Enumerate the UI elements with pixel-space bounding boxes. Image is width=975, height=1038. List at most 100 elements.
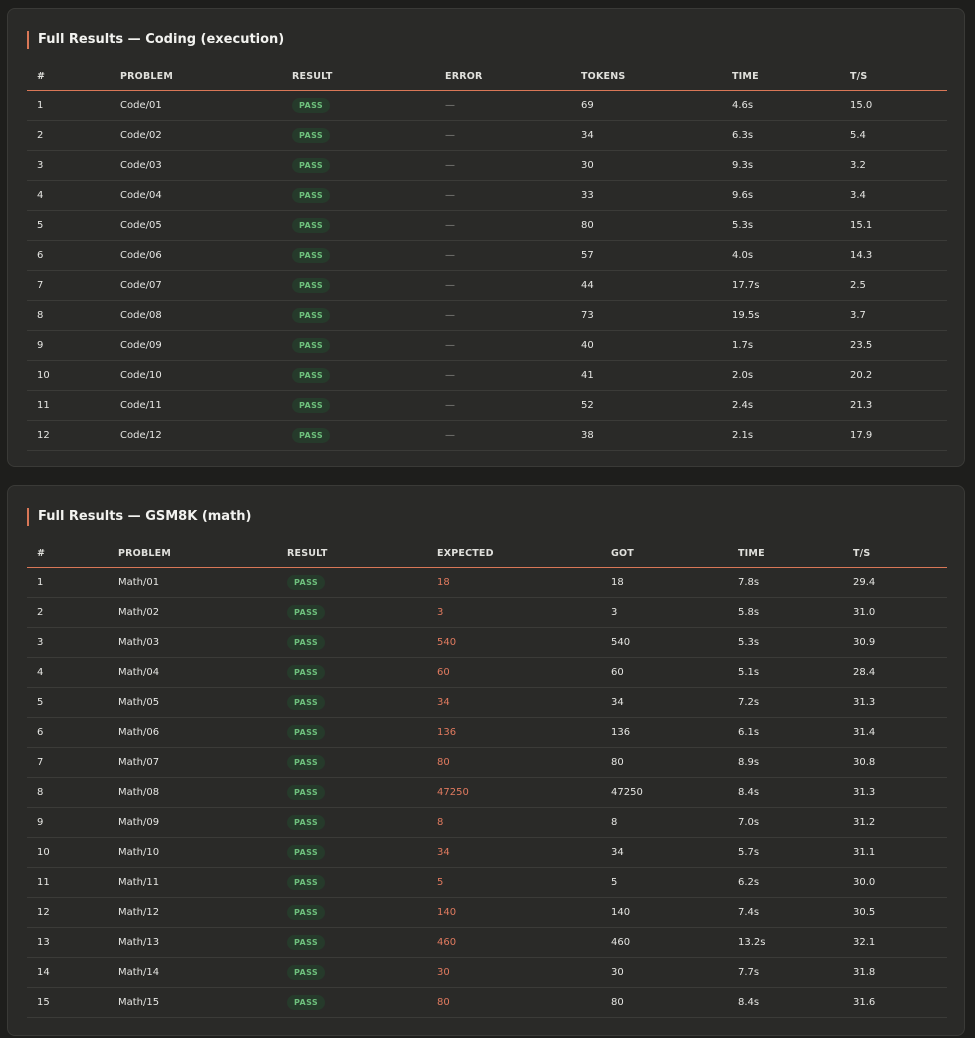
row-num: 11 — [27, 390, 110, 421]
row-time: 7.8s — [728, 567, 843, 598]
row-problem: Math/03 — [108, 627, 277, 658]
math-table-row: 7 Math/07 PASS 80 80 8.9s 30.8 — [27, 747, 947, 778]
col-header-expected: EXPECTED — [427, 539, 601, 568]
row-num: 13 — [27, 927, 108, 958]
row-error: — — [435, 270, 571, 301]
row-ts: 2.5 — [840, 270, 947, 301]
coding-results-table: # PROBLEM RESULT ERROR TOKENS TIME T/S 1… — [27, 62, 947, 451]
row-ts: 20.2 — [840, 360, 947, 391]
row-num: 3 — [27, 627, 108, 658]
coding-table-row: 9 Code/09 PASS —40 1.7s 23.5 — [27, 330, 947, 361]
row-ts: 14.3 — [840, 240, 947, 271]
row-error: — — [435, 390, 571, 421]
row-tokens: 69 — [571, 90, 722, 121]
row-ts: 21.3 — [840, 390, 947, 421]
pass-badge: PASS — [292, 218, 331, 233]
coding-table-row: 10 Code/10 PASS —41 2.0s 20.2 — [27, 360, 947, 391]
row-problem: Code/11 — [110, 390, 282, 421]
row-num: 15 — [27, 987, 108, 1018]
math-table-row: 12 Math/12 PASS 140 140 7.4s 30.5 — [27, 897, 947, 928]
row-time: 2.0s — [722, 360, 840, 391]
row-result: PASS — [282, 420, 435, 451]
row-problem: Code/06 — [110, 240, 282, 271]
row-got: 540 — [601, 627, 728, 658]
col-header-tokens: TOKENS — [571, 62, 722, 91]
coding-table-row: 4 Code/04 PASS —33 9.6s 3.4 — [27, 180, 947, 211]
row-got: 34 — [601, 687, 728, 718]
coding-table-row: 1 Code/01 PASS —69 4.6s 15.0 — [27, 90, 947, 121]
col-header-result: RESULT — [277, 539, 427, 568]
col-header-ts: T/S — [840, 62, 947, 91]
row-expected: 540 — [427, 627, 601, 658]
row-problem: Math/11 — [108, 867, 277, 898]
row-time: 8.4s — [728, 987, 843, 1018]
row-time: 6.2s — [728, 867, 843, 898]
row-time: 7.7s — [728, 957, 843, 988]
math-results-title: Full Results — GSM8K (math) — [27, 508, 252, 526]
row-result: PASS — [277, 657, 427, 688]
row-num: 12 — [27, 897, 108, 928]
row-ts: 3.4 — [840, 180, 947, 211]
row-result: PASS — [282, 270, 435, 301]
row-problem: Code/10 — [110, 360, 282, 391]
pass-badge: PASS — [292, 188, 331, 203]
row-time: 6.3s — [722, 120, 840, 151]
row-tokens: 44 — [571, 270, 722, 301]
row-time: 7.0s — [728, 807, 843, 838]
row-ts: 15.0 — [840, 90, 947, 121]
row-time: 5.7s — [728, 837, 843, 868]
row-error: — — [435, 420, 571, 451]
pass-badge: PASS — [287, 755, 326, 770]
row-result: PASS — [282, 120, 435, 151]
row-ts: 31.2 — [843, 807, 947, 838]
row-problem: Math/13 — [108, 927, 277, 958]
row-tokens: 38 — [571, 420, 722, 451]
pass-badge: PASS — [287, 905, 326, 920]
pass-badge: PASS — [287, 575, 326, 590]
row-time: 5.3s — [728, 627, 843, 658]
math-table-row: 3 Math/03 PASS 540 540 5.3s 30.9 — [27, 627, 947, 658]
row-num: 2 — [27, 120, 110, 151]
math-table-row: 5 Math/05 PASS 34 34 7.2s 31.3 — [27, 687, 947, 718]
pass-badge: PASS — [292, 98, 331, 113]
row-ts: 29.4 — [843, 567, 947, 598]
coding-table-row: 12 Code/12 PASS —38 2.1s 17.9 — [27, 420, 947, 451]
pass-badge: PASS — [292, 128, 331, 143]
row-ts: 31.8 — [843, 957, 947, 988]
row-tokens: 80 — [571, 210, 722, 241]
pass-badge: PASS — [287, 785, 326, 800]
row-problem: Code/04 — [110, 180, 282, 211]
pass-badge: PASS — [287, 875, 326, 890]
row-result: PASS — [282, 300, 435, 331]
row-num: 1 — [27, 567, 108, 598]
coding-table-row: 8 Code/08 PASS —73 19.5s 3.7 — [27, 300, 947, 331]
row-num: 8 — [27, 777, 108, 808]
row-problem: Math/10 — [108, 837, 277, 868]
row-time: 2.1s — [722, 420, 840, 451]
math-table-row: 14 Math/14 PASS 30 30 7.7s 31.8 — [27, 957, 947, 988]
row-time: 8.9s — [728, 747, 843, 778]
row-error: — — [435, 240, 571, 271]
row-num: 9 — [27, 807, 108, 838]
row-result: PASS — [282, 330, 435, 361]
row-got: 140 — [601, 897, 728, 928]
row-num: 4 — [27, 657, 108, 688]
math-table-row: 13 Math/13 PASS 460 460 13.2s 32.1 — [27, 927, 947, 958]
row-result: PASS — [282, 240, 435, 271]
row-num: 6 — [27, 717, 108, 748]
row-num: 10 — [27, 360, 110, 391]
row-problem: Code/05 — [110, 210, 282, 241]
coding-results-card: Full Results — Coding (execution) # PROB… — [7, 8, 965, 467]
row-ts: 30.9 — [843, 627, 947, 658]
row-error: — — [435, 120, 571, 151]
pass-badge: PASS — [292, 308, 331, 323]
row-problem: Math/15 — [108, 987, 277, 1018]
row-time: 1.7s — [722, 330, 840, 361]
row-expected: 5 — [427, 867, 601, 898]
coding-header-row: # PROBLEM RESULT ERROR TOKENS TIME T/S — [27, 62, 947, 91]
pass-badge: PASS — [292, 368, 331, 383]
row-result: PASS — [277, 627, 427, 658]
row-problem: Math/08 — [108, 777, 277, 808]
row-got: 136 — [601, 717, 728, 748]
row-num: 14 — [27, 957, 108, 988]
